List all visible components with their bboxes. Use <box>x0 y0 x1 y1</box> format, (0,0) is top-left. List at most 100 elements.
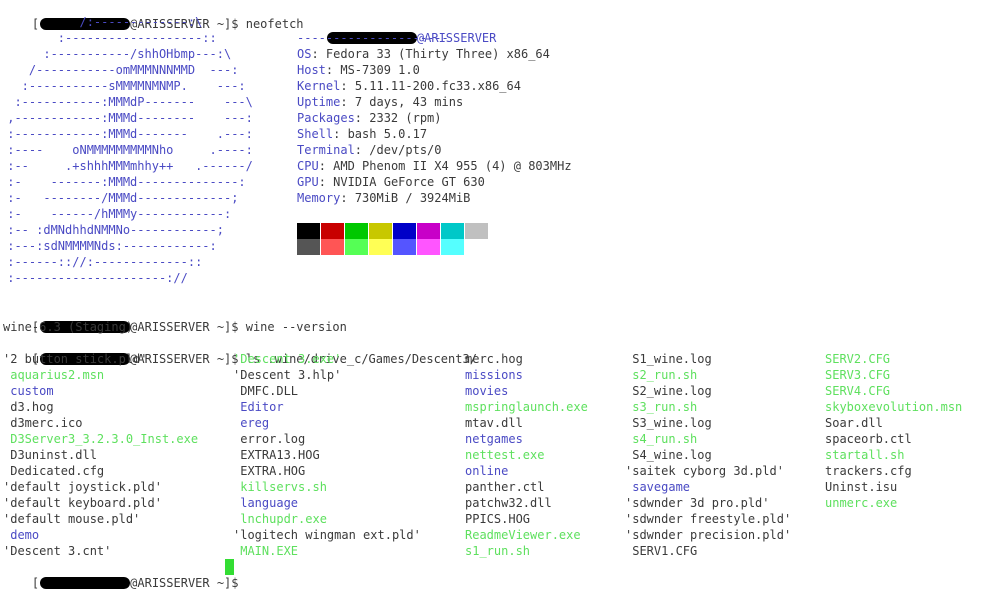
ls-entry: SERV2.CFG <box>825 352 891 366</box>
palette-swatch <box>297 223 320 239</box>
ascii-art-line: :---- oNMMMMMMMMMNho .----: <box>0 143 253 157</box>
ls-entry: netgames <box>465 432 523 446</box>
ls-entry: D3Server3_3.2.3.0_Inst.exe <box>3 432 199 446</box>
ls-entry: spaceorb.ctl <box>825 432 912 446</box>
ls-entry: 'logitech wingman ext.pld' <box>233 528 421 542</box>
ls-entry: savegame <box>625 480 691 494</box>
info-value: Fedora 33 (Thirty Three) x86_64 <box>325 47 550 61</box>
info-separator: : <box>340 191 355 205</box>
palette-swatch <box>297 239 320 255</box>
ls-entry: ereg <box>233 416 270 430</box>
ls-entry: MAIN.EXE <box>233 544 299 558</box>
info-separator: : <box>340 95 355 109</box>
prompt-bracket: [ <box>31 576 40 590</box>
text-cursor[interactable] <box>225 559 234 575</box>
ls-entry: S2_wine.log <box>625 384 712 398</box>
ls-entry: 'Descent 3.hlp' <box>233 368 342 382</box>
info-label: Uptime <box>297 95 341 109</box>
neofetch-header: @ARISSERVER <box>297 14 496 45</box>
palette-swatch <box>369 239 392 255</box>
palette-swatch <box>369 223 392 239</box>
ls-entry: '2 button stick.pld' <box>3 352 148 366</box>
ascii-art-line: :-- :dMNdhhdNMMNo------------; <box>0 223 224 237</box>
palette-swatch <box>465 223 488 239</box>
palette-swatch <box>417 223 440 239</box>
ls-entry: SERV3.CFG <box>825 368 891 382</box>
ls-entry: S3_wine.log <box>625 416 712 430</box>
palette-swatch <box>393 223 416 239</box>
info-separator: : <box>340 79 355 93</box>
ls-entry: SERV1.CFG <box>625 544 698 558</box>
palette-swatch <box>345 223 368 239</box>
info-label: OS <box>297 47 312 61</box>
wine-version-output: wine-6.3 (Staging) <box>3 320 134 334</box>
ascii-art-line: /:-------------:\ <box>0 15 203 29</box>
ls-entry: d3merc.ico <box>3 416 83 430</box>
ls-entry: 'default mouse.pld' <box>3 512 141 526</box>
prompt-host: @ARISSERVER ~]$ <box>130 576 246 590</box>
ascii-art-line: :------:://:-------------:: <box>0 255 203 269</box>
info-value: bash 5.0.17 <box>347 127 428 141</box>
ascii-art-line: :-------------------:: <box>0 31 217 45</box>
info-value: 2332 (rpm) <box>369 111 442 125</box>
ls-entry: online <box>465 464 509 478</box>
info-label: Shell <box>297 127 334 141</box>
ls-entry: trackers.cfg <box>825 464 912 478</box>
ls-entry: 'default keyboard.pld' <box>3 496 162 510</box>
ls-entry: S4_wine.log <box>625 448 712 462</box>
ls-entry: 'Descent 3.cnt' <box>3 544 112 558</box>
info-label: CPU <box>297 159 319 173</box>
info-row-host: Host: MS-7309 1.0 <box>297 62 420 78</box>
info-label: Kernel <box>297 79 341 93</box>
prompt-line-ls: [@ARISSERVER ~]$ ls .wine/drive_c/Games/… <box>3 335 477 366</box>
palette-swatch <box>321 223 344 239</box>
info-separator: : <box>354 111 370 125</box>
palette-swatch <box>321 239 344 255</box>
ls-entry: s3_run.sh <box>625 400 698 414</box>
ls-entry: 'default joystick.pld' <box>3 480 162 494</box>
ls-entry: skyboxevolution.msn <box>825 400 963 414</box>
ascii-art-line: /-----------omMMMNNNMMD ---: <box>0 63 239 77</box>
ls-entry: s4_run.sh <box>625 432 698 446</box>
info-row-kernel: Kernel: 5.11.11-200.fc33.x86_64 <box>297 78 521 94</box>
info-row-shell: Shell: bash 5.0.17 <box>297 126 427 142</box>
ls-entry: D3uninst.dll <box>3 448 97 462</box>
info-row-cpu: CPU: AMD Phenom II X4 955 (4) @ 803MHz <box>297 158 572 174</box>
ascii-art-line: :- --------/MMMd-------------; <box>0 191 239 205</box>
ls-entry: movies <box>465 384 509 398</box>
info-label: Memory <box>297 191 341 205</box>
info-value: 7 days, 43 mins <box>354 95 464 109</box>
palette-swatch <box>417 239 440 255</box>
info-row-packages: Packages: 2332 (rpm) <box>297 110 442 126</box>
ls-entry: 'Descent 3.exe' <box>233 352 342 366</box>
ls-entry: missions <box>465 368 523 382</box>
ls-entry: startall.sh <box>825 448 905 462</box>
ls-entry: 'sdwnder precision.pld' <box>625 528 792 542</box>
info-label: Terminal <box>297 143 355 157</box>
info-separator: : <box>354 143 370 157</box>
info-value: /dev/pts/0 <box>369 143 442 157</box>
info-value: 730MiB / 3924MiB <box>354 191 471 205</box>
ls-entry: Soar.dll <box>825 416 883 430</box>
info-value: AMD Phenom II X4 955 (4) @ 803MHz <box>333 159 572 173</box>
info-separator: : <box>318 175 334 189</box>
ls-entry: Editor <box>233 400 284 414</box>
info-separator: : <box>311 47 326 61</box>
ls-entry: nettest.exe <box>465 448 545 462</box>
ascii-art-line: :------------:MMMd------- .---: <box>0 127 253 141</box>
ls-entry: panther.ctl <box>465 480 545 494</box>
ascii-art-line: :---------------------:// <box>0 271 188 285</box>
terminal-window[interactable]: [ @ARISSERVER ~]$ neofetch /:------------… <box>0 0 988 590</box>
ls-entry: Uninst.isu <box>825 480 898 494</box>
command-text: neofetch <box>245 17 304 31</box>
ls-entry: 'saitek cyborg 3d.pld' <box>625 464 784 478</box>
ls-entry: Dedicated.cfg <box>3 464 105 478</box>
info-separator: : <box>325 63 341 77</box>
ls-entry: mtav.dll <box>465 416 523 430</box>
info-separator: : <box>333 127 348 141</box>
ls-entry: SERV4.CFG <box>825 384 891 398</box>
ls-entry: mspringlaunch.exe <box>465 400 588 414</box>
ls-entry: s2_run.sh <box>625 368 698 382</box>
ascii-art-line: :-----------/shhOHbmp---:\ <box>0 47 232 61</box>
ls-entry: DMFC.DLL <box>233 384 299 398</box>
